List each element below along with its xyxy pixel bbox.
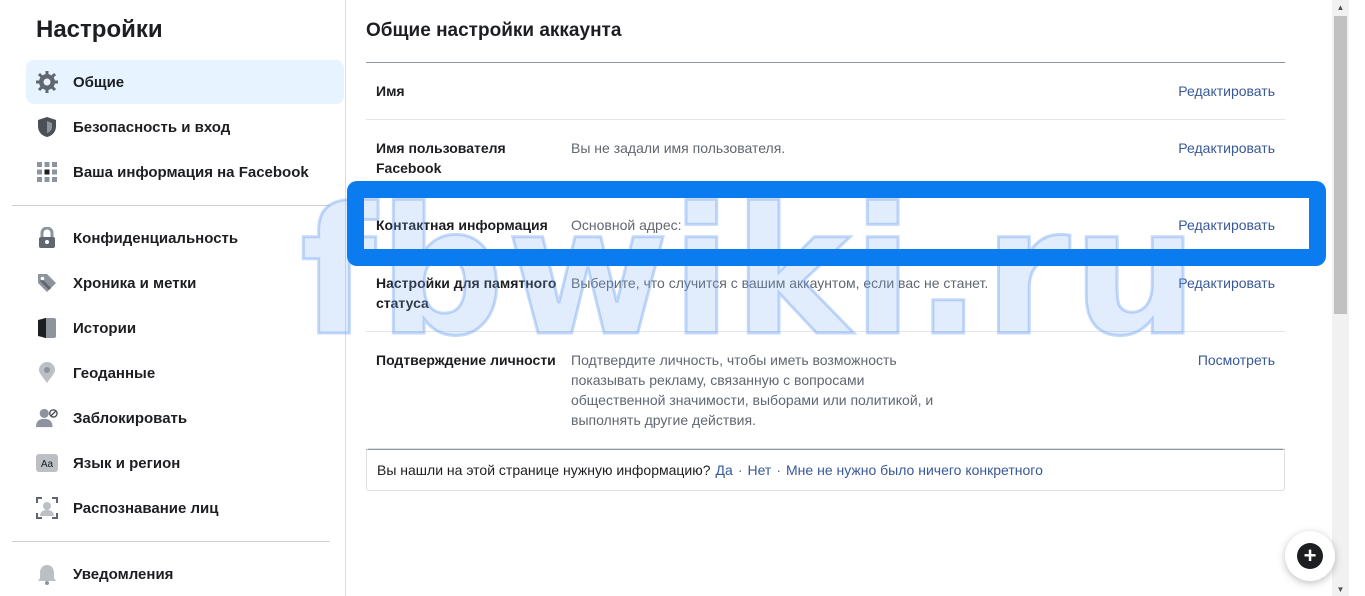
edit-link[interactable]: Редактировать	[1178, 81, 1275, 101]
sidebar-item-your-info[interactable]: Ваша информация на Facebook	[26, 150, 344, 194]
sidebar-divider	[12, 541, 330, 542]
scroll-down-arrow-icon[interactable]: ▼	[1332, 582, 1349, 596]
gear-icon	[36, 71, 58, 93]
sidebar-item-label: Общие	[73, 73, 125, 91]
edit-link[interactable]: Редактировать	[1178, 138, 1275, 158]
grid-icon	[36, 161, 58, 183]
location-pin-icon	[36, 362, 58, 384]
sidebar-item-timeline-tagging[interactable]: Хроника и метки	[26, 261, 344, 305]
separator: ·	[776, 461, 782, 478]
shield-icon	[36, 116, 58, 138]
svg-text:Aa: Aa	[41, 459, 54, 470]
sidebar-item-stories[interactable]: Истории	[26, 306, 344, 350]
sidebar-item-label: Заблокировать	[73, 409, 188, 427]
row-label: Имя	[376, 83, 405, 99]
lock-icon	[36, 227, 58, 249]
scroll-up-arrow-icon[interactable]: ▲	[1332, 0, 1349, 14]
feedback-bar: Вы нашли на этой странице нужную информа…	[366, 448, 1285, 491]
sidebar-item-label: Конфиденциальность	[73, 229, 239, 247]
sidebar-item-label: Язык и регион	[73, 454, 181, 472]
sidebar-item-label: Истории	[73, 319, 137, 337]
sidebar-item-language[interactable]: Aa Язык и регион	[26, 441, 344, 485]
row-label: Имя пользователя Facebook	[376, 140, 506, 176]
sidebar-item-label: Хроника и метки	[73, 274, 197, 292]
row-value: Основной адрес:	[571, 217, 682, 233]
scrollbar[interactable]: ▲ ▼	[1332, 0, 1349, 596]
edit-link[interactable]: Редактировать	[1178, 215, 1275, 235]
scrollbar-thumb[interactable]	[1334, 16, 1347, 314]
settings-row-username[interactable]: Имя пользователя Facebook Вы не задали и…	[366, 120, 1285, 197]
feedback-no-link[interactable]: Нет	[748, 462, 772, 478]
sidebar-item-security[interactable]: Безопасность и вход	[26, 105, 344, 149]
tag-icon	[36, 272, 58, 294]
settings-row-memorialization[interactable]: Настройки для памятного статуса Выберите…	[366, 255, 1285, 332]
row-label: Контактная информация	[376, 217, 548, 233]
sidebar-title: Настройки	[36, 16, 163, 43]
row-label: Настройки для памятного статуса	[376, 275, 557, 311]
window-edge	[1349, 0, 1365, 596]
bell-icon	[36, 563, 58, 585]
feedback-yes-link[interactable]: Да	[716, 462, 733, 478]
sidebar-divider	[12, 205, 330, 206]
language-icon: Aa	[36, 452, 58, 474]
edit-link[interactable]: Редактировать	[1178, 273, 1275, 293]
feedback-question: Вы нашли на этой странице нужную информа…	[377, 461, 711, 478]
settings-sidebar: Настройки Общие Безопасность и вход Ваша…	[0, 0, 346, 596]
row-label: Подтверждение личности	[376, 352, 556, 368]
settings-row-name[interactable]: Имя Редактировать	[366, 63, 1285, 120]
separator: ·	[737, 461, 743, 478]
sidebar-item-location[interactable]: Геоданные	[26, 351, 344, 395]
blocked-user-icon	[36, 407, 58, 429]
sidebar-item-label: Уведомления	[73, 565, 174, 583]
page-title: Общие настройки аккаунта	[366, 20, 622, 41]
sidebar-item-label: Ваша информация на Facebook	[73, 163, 309, 181]
settings-list: Имя Редактировать Имя пользователя Faceb…	[366, 62, 1285, 450]
sidebar-item-label: Распознавание лиц	[73, 499, 219, 517]
new-message-button[interactable]: +	[1285, 531, 1335, 581]
settings-row-identity[interactable]: Подтверждение личности Подтвердите лично…	[366, 332, 1285, 450]
row-value: Выберите, что случится с вашим аккаунтом…	[571, 275, 989, 291]
sidebar-item-label: Безопасность и вход	[73, 118, 231, 136]
sidebar-item-notifications[interactable]: Уведомления	[26, 552, 344, 596]
sidebar-item-general[interactable]: Общие	[26, 60, 344, 104]
sidebar-item-face-recognition[interactable]: Распознавание лиц	[26, 486, 344, 530]
row-value: Подтвердите личность, чтобы иметь возмож…	[571, 352, 934, 428]
settings-row-contact[interactable]: Контактная информация Основной адрес: Ре…	[366, 197, 1285, 255]
book-icon	[36, 317, 58, 339]
row-value: Вы не задали имя пользователя.	[571, 140, 786, 156]
sidebar-item-blocking[interactable]: Заблокировать	[26, 396, 344, 440]
plus-icon: +	[1297, 543, 1323, 569]
main-content: Общие настройки аккаунта Имя Редактирова…	[346, 0, 1332, 596]
sidebar-item-privacy[interactable]: Конфиденциальность	[26, 216, 344, 260]
sidebar-item-label: Геоданные	[73, 364, 156, 382]
face-recognition-icon	[36, 497, 58, 519]
view-link[interactable]: Посмотреть	[1198, 350, 1275, 370]
feedback-other-link[interactable]: Мне не нужно было ничего конкретного	[786, 462, 1043, 478]
